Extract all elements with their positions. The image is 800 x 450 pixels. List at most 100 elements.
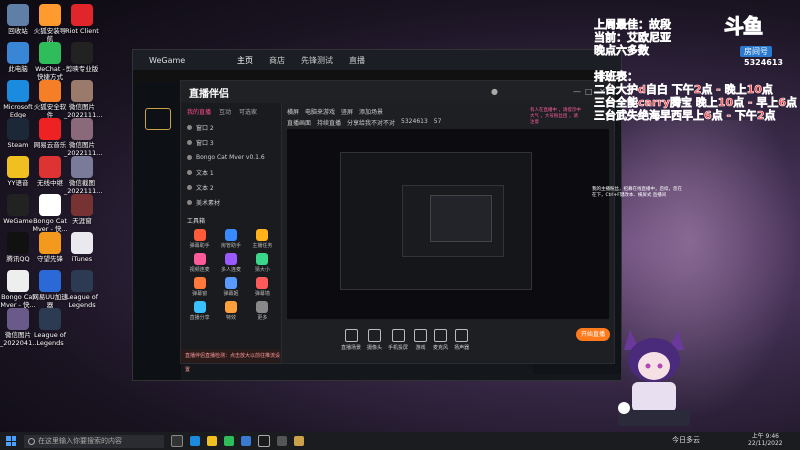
desktop-icon-label: Riot Client [65, 27, 99, 35]
tool-button[interactable]: 多人连麦 [216, 253, 245, 273]
app-icon [39, 42, 61, 64]
desktop-icon[interactable]: YY语音 [0, 156, 36, 187]
eye-icon[interactable] [187, 170, 192, 175]
desktop-icon[interactable]: WeChat - 快捷方式 [32, 42, 68, 81]
tool-button[interactable]: 特效 [216, 301, 245, 321]
start-live-button[interactable]: 开始直播 [576, 328, 610, 341]
tool-button[interactable]: 视频连麦 [185, 253, 214, 273]
desktop-icon[interactable]: 火狐安装导航 [32, 4, 68, 43]
app-taskbar-icon[interactable] [277, 436, 287, 446]
avatar-icon[interactable]: ● [491, 87, 498, 96]
desktop-icon[interactable]: 回收站 [0, 4, 36, 35]
tool-button[interactable]: 房管助手 [216, 229, 245, 249]
bottom-tool-button[interactable]: 摄像头 [367, 329, 382, 351]
desktop-icon[interactable]: Riot Client [64, 4, 100, 35]
tool-label: 视频连麦 [189, 267, 210, 273]
info-item[interactable]: 57 [434, 118, 442, 127]
bottom-tool-button[interactable]: 麦克风 [433, 329, 448, 351]
source-item[interactable]: 窗口 2 [181, 120, 281, 135]
eye-icon[interactable] [187, 125, 192, 130]
desktop-icon[interactable]: iTunes [64, 232, 100, 263]
scene-toolbar-item[interactable]: 电脑来游戏 [305, 107, 335, 116]
desktop-icon[interactable]: Steam [0, 118, 36, 149]
eye-icon[interactable] [187, 200, 192, 205]
league-logo-icon[interactable] [145, 108, 171, 130]
desktop-icon[interactable]: WeGame [0, 194, 36, 225]
tab-interact[interactable]: 互动 [219, 107, 231, 116]
tool-button[interactable]: 弹幕姬 [216, 277, 245, 297]
tool-button[interactable]: 弹幕墙 [248, 277, 277, 297]
clock[interactable]: 上午 9:46 22/11/2022 [748, 433, 783, 447]
desktop-icon-label: 守望先锋 [37, 255, 63, 263]
league-taskbar-icon[interactable] [294, 436, 304, 446]
tool-button[interactable]: 主播任务 [248, 229, 277, 249]
desktop-icon[interactable]: 腾讯QQ [0, 232, 36, 263]
explorer-taskbar-icon[interactable] [207, 436, 217, 446]
desktop-icon[interactable]: 微信图片_2022111... [64, 80, 102, 119]
scene-toolbar-item[interactable]: 竖屏 [341, 107, 353, 116]
desktop-icon[interactable]: Bongo Cat Mver - 快... [32, 194, 68, 233]
tab-store[interactable]: 商店 [269, 55, 285, 66]
info-item[interactable]: 分享给我不对不对 [347, 118, 395, 127]
source-item[interactable]: Bongo Cat Mver v0.1.6 [181, 150, 281, 165]
desktop-icon[interactable]: 无线中继 [32, 156, 68, 187]
eye-icon[interactable] [187, 185, 192, 190]
bottom-tool-label: 直播场景 [341, 345, 362, 351]
tool-label: 弹幕墙 [254, 291, 270, 297]
desktop-icon[interactable]: 微信图片_2022041... [0, 308, 38, 347]
source-item[interactable]: 文本 2 [181, 180, 281, 195]
source-item[interactable]: 窗口 3 [181, 135, 281, 150]
minimize-icon[interactable]: — [573, 87, 581, 96]
tool-button[interactable]: 猜大小 [248, 253, 277, 273]
desktop-icon[interactable]: 天涯窗 [64, 194, 100, 225]
tab-my-live[interactable]: 我的直播 [187, 107, 211, 116]
app-icon [7, 308, 29, 330]
store-taskbar-icon[interactable] [241, 436, 251, 446]
desktop-icon[interactable]: 守望先锋 [32, 232, 68, 263]
bottom-tool-button[interactable]: 扬声器 [454, 329, 469, 351]
info-item[interactable]: 直播画面 [287, 118, 311, 127]
tool-button[interactable]: 弹幕窗 [185, 277, 214, 297]
wegame-taskbar-icon[interactable] [258, 435, 270, 447]
maximize-icon[interactable]: □ [585, 87, 593, 96]
bottom-tool-button[interactable]: 直播场景 [341, 329, 361, 351]
tool-icon [193, 277, 206, 289]
tab-live[interactable]: 直播 [349, 55, 365, 66]
task-view-icon[interactable] [171, 435, 183, 447]
bottom-notice[interactable]: 直播伴侣直播检测：点击放大以前往推流设置 [181, 349, 281, 373]
desktop-icon[interactable]: 网易UU加速器 [32, 270, 68, 309]
desktop-icon[interactable]: League of Legends [32, 308, 68, 347]
tool-button[interactable]: 弹幕助手 [185, 229, 214, 249]
desktop-icon[interactable]: Microsoft Edge [0, 80, 36, 119]
tab-options[interactable]: 可选家 [239, 107, 257, 116]
tool-button[interactable]: 更多 [248, 301, 277, 321]
desktop-icon[interactable]: 剪映专业版 [64, 42, 100, 73]
desktop-icon[interactable]: Bongo Cat Mver - 快... [0, 270, 36, 309]
search-input[interactable]: 在这里输入你要搜索的内容 [24, 434, 164, 448]
weather-text[interactable]: 今日多云 [672, 435, 700, 445]
scene-toolbar-item[interactable]: 横屏 [287, 107, 299, 116]
tab-home[interactable]: 主页 [237, 55, 253, 66]
info-item[interactable]: 5324613 [401, 118, 428, 127]
edge-taskbar-icon[interactable] [190, 436, 200, 446]
tool-button[interactable]: 直播分享 [185, 301, 214, 321]
desktop-icon[interactable]: 此电脑 [0, 42, 36, 73]
bottom-tool-label: 扬声器 [454, 345, 470, 351]
eye-icon[interactable] [187, 155, 192, 160]
desktop-icon[interactable]: 微信图片_2022111... [64, 118, 103, 157]
desktop-icon[interactable]: League of Legends [64, 270, 100, 309]
bottom-tool-button[interactable]: 手机投屏 [388, 329, 408, 351]
bottom-tool-button[interactable]: 游戏 [414, 329, 428, 351]
desktop-icon[interactable]: 火狐安全软件 [32, 80, 68, 119]
start-icon[interactable] [6, 436, 16, 446]
desktop-icon-label: 微信图片_2022111... [64, 141, 103, 157]
source-item[interactable]: 美术素材 [181, 195, 281, 210]
eye-icon[interactable] [187, 140, 192, 145]
wechat-taskbar-icon[interactable] [224, 436, 234, 446]
scene-toolbar-item[interactable]: 添加场景 [359, 107, 383, 116]
desktop-icon[interactable]: 微信截图_2022111... [64, 156, 102, 195]
tab-beta[interactable]: 先锋测试 [301, 55, 333, 66]
desktop-icon[interactable]: 网易云音乐 [32, 118, 68, 149]
source-item[interactable]: 文本 1 [181, 165, 281, 180]
info-item[interactable]: 持续直播 [317, 118, 341, 127]
